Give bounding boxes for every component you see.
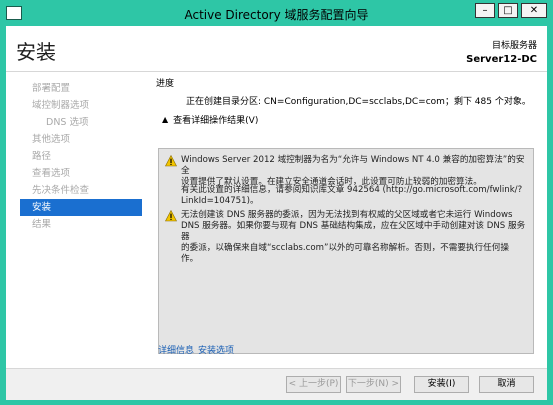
- warning-icon: [165, 210, 177, 222]
- details-toggle-label: 查看详细操作结果(V): [173, 116, 259, 126]
- nav-item-install[interactable]: 安装: [20, 199, 142, 216]
- message-line: 作。: [181, 254, 199, 264]
- message-line: LinkId=104751)。: [181, 196, 259, 206]
- client-area: 安装 目标服务器 Server12-DC 部署配置 域控制器选项 DNS 选项 …: [6, 26, 547, 400]
- target-server-value: Server12-DC: [466, 54, 537, 65]
- nav-item-review: 查看选项: [32, 168, 71, 179]
- message-line: Windows Server 2012 域控制器为名为“允许与 Windows …: [181, 155, 525, 176]
- links-row: 详细信息 安装选项: [158, 343, 238, 356]
- window-controls: – □ ✕: [475, 3, 547, 18]
- nav-item-results: 结果: [32, 219, 52, 230]
- nav-item-paths: 路径: [32, 151, 52, 162]
- details-panel[interactable]: Windows Server 2012 域控制器为名为“允许与 Windows …: [158, 148, 534, 354]
- nav-item-dns-options: DNS 选项: [46, 117, 89, 128]
- nav-item-dc-options: 域控制器选项: [32, 100, 90, 111]
- progress-label: 进度: [156, 79, 175, 89]
- close-icon[interactable]: ✕: [521, 3, 547, 18]
- warning-message-2: 无法创建该 DNS 服务器的委派，因为无法找到有权威的父区域或者它未运行 Win…: [181, 210, 526, 265]
- minimize-icon[interactable]: –: [475, 3, 495, 18]
- details-toggle[interactable]: ▲ 查看详细操作结果(V): [162, 113, 541, 126]
- install-options-link[interactable]: 安装选项: [198, 346, 234, 356]
- warning-message-1: Windows Server 2012 域控制器为名为“允许与 Windows …: [181, 155, 526, 188]
- nav-item-additional-options: 其他选项: [32, 134, 71, 145]
- content-area: 进度 正在创建目录分区: CN=Configuration,DC=scclabs…: [156, 76, 541, 126]
- info-message: 有关此设置的详细信息，请参阅知识库文章 942564 (http://go.mi…: [181, 185, 526, 207]
- wizard-nav: 部署配置 域控制器选项 DNS 选项 其他选项 路径 查看选项 先决条件检查 安…: [20, 80, 142, 233]
- more-info-link[interactable]: 详细信息: [158, 346, 194, 356]
- install-button[interactable]: 安装(I): [414, 376, 469, 393]
- warning-icon: [165, 155, 177, 167]
- window-title: Active Directory 域服务配置向导: [184, 8, 369, 22]
- button-bar: < 上一步(P) 下一步(N) > 安装(I) 取消: [6, 368, 547, 400]
- wizard-window: Active Directory 域服务配置向导 – □ ✕ 安装 目标服务器 …: [0, 0, 553, 405]
- cancel-button[interactable]: 取消: [479, 376, 534, 393]
- progress-text: 正在创建目录分区: CN=Configuration,DC=scclabs,DC…: [186, 97, 531, 107]
- maximize-icon[interactable]: □: [498, 3, 518, 18]
- target-server-label: 目标服务器: [491, 41, 537, 51]
- chevron-up-icon: ▲: [162, 115, 169, 124]
- message-line: 无法创建该 DNS 服务器的委派，因为无法找到有权威的父区域或者它未运行 Win…: [181, 210, 513, 220]
- nav-item-deployment: 部署配置: [32, 83, 71, 94]
- page-header: 安装 目标服务器 Server12-DC: [6, 26, 547, 72]
- message-line: 有关此设置的详细信息，请参阅知识库文章 942564 (http://go.mi…: [181, 185, 523, 195]
- next-button[interactable]: 下一步(N) >: [346, 376, 401, 393]
- nav-item-prereq: 先决条件检查: [32, 185, 90, 196]
- message-line: DNS 服务器。如果你要与现有 DNS 基础结构集成，应在父区域中手动创建对该 …: [181, 221, 526, 242]
- message-line: 的委派，以确保来自域“scclabs.com”以外的可靠名称解析。否则，不需要执…: [181, 243, 509, 253]
- page-title: 安装: [16, 40, 56, 64]
- target-server: 目标服务器 Server12-DC: [466, 38, 537, 65]
- previous-button[interactable]: < 上一步(P): [286, 376, 341, 393]
- title-bar[interactable]: Active Directory 域服务配置向导 – □ ✕: [0, 0, 553, 26]
